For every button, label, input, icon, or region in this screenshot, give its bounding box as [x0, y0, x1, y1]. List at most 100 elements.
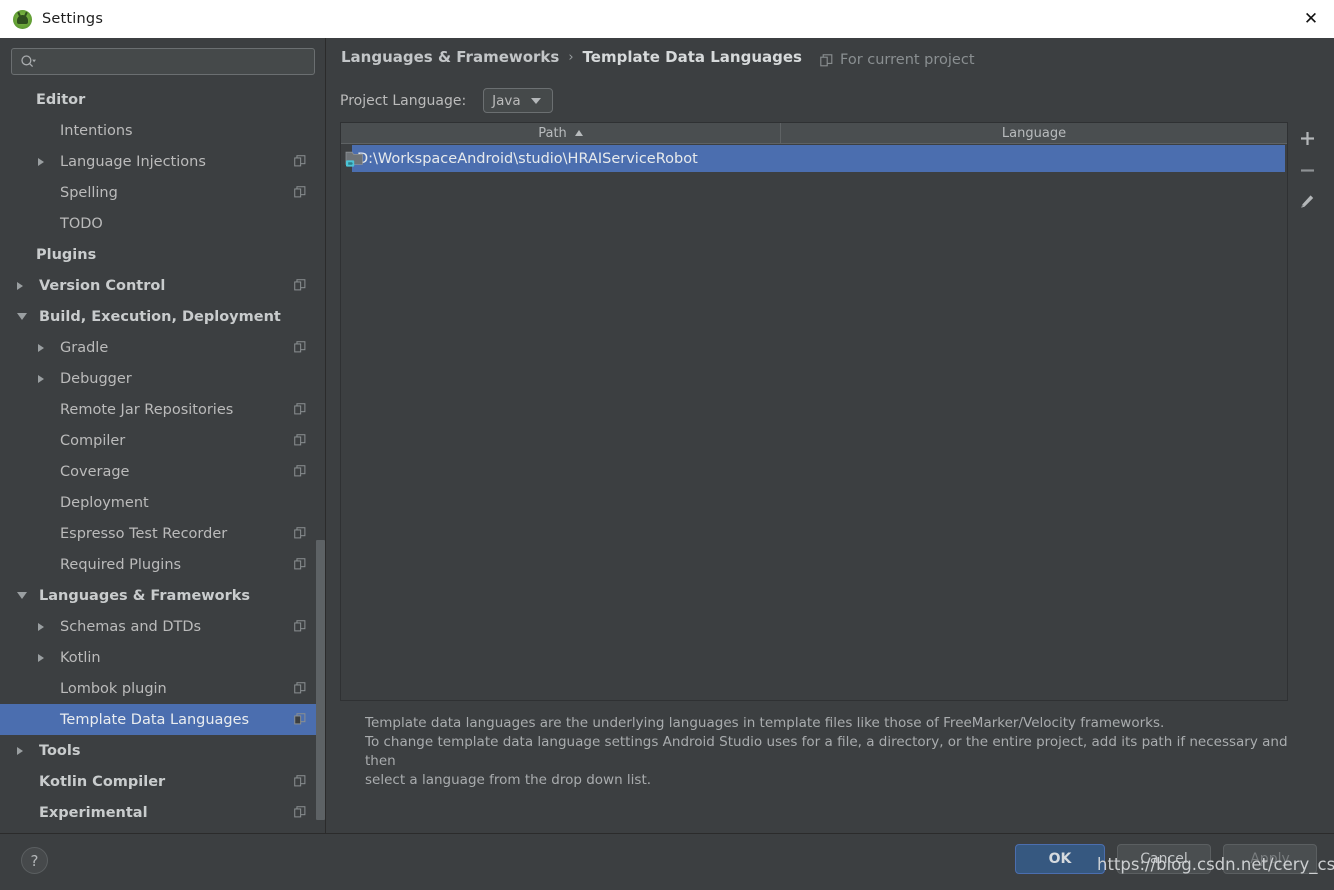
sort-ascending-icon [574, 130, 583, 136]
sidebar-item-template-data-languages[interactable]: Template Data Languages [0, 704, 325, 735]
project-scope-icon [294, 620, 306, 632]
help-button[interactable]: ? [21, 847, 48, 874]
search-input[interactable] [42, 49, 310, 74]
sidebar-item-intentions[interactable]: Intentions [0, 115, 325, 146]
sidebar-item-label: Spelling [60, 184, 118, 201]
remove-button[interactable] [1292, 154, 1322, 186]
sidebar-item-kotlin[interactable]: Kotlin [0, 642, 325, 673]
chevron-right-icon[interactable] [38, 374, 44, 383]
project-language-select[interactable]: Java [483, 88, 554, 113]
sidebar-item-language-injections[interactable]: Language Injections [0, 146, 325, 177]
pencil-icon [1301, 195, 1314, 208]
sidebar-item-label: Plugins [36, 246, 97, 263]
for-current-project-label: For current project [840, 52, 975, 68]
description-line-2: To change template data language setting… [365, 734, 1288, 769]
search-box[interactable] [11, 48, 315, 75]
project-scope-icon [294, 341, 306, 353]
breadcrumb-current: Template Data Languages [582, 48, 802, 66]
project-scope-icon [294, 558, 306, 570]
sidebar-item-label: TODO [60, 215, 103, 232]
sidebar-item-label: Lombok plugin [60, 680, 167, 697]
column-header-path-label: Path [538, 125, 567, 141]
project-scope-icon [294, 279, 306, 291]
search-icon [21, 55, 36, 68]
add-button[interactable] [1292, 122, 1322, 154]
project-language-value: Java [492, 92, 521, 109]
breadcrumb-separator: › [568, 49, 574, 65]
template-data-languages-table[interactable]: Path Language D:\WorkspaceAndroid\studio… [340, 122, 1288, 701]
settings-tree[interactable]: Editor Intentions Language Injections Spell… [0, 84, 325, 833]
sidebar-item-label: Coverage [60, 463, 130, 480]
column-header-language-label: Language [1001, 125, 1067, 141]
sidebar-item-label: Required Plugins [60, 556, 182, 573]
sidebar-item-label: Schemas and DTDs [60, 618, 202, 635]
sidebar-scrollbar-thumb[interactable] [316, 540, 325, 820]
project-scope-icon [294, 682, 306, 694]
sidebar-item-editor[interactable]: Editor [0, 84, 325, 115]
sidebar-item-remote-jar-repositories[interactable]: Remote Jar Repositories [0, 394, 325, 425]
table-row[interactable]: D:\WorkspaceAndroid\studio\HRAIServiceRo… [352, 145, 1285, 172]
chevron-right-icon[interactable] [38, 622, 44, 631]
sidebar-item-languages-frameworks[interactable]: Languages & Frameworks [0, 580, 325, 611]
sidebar-item-label: Build, Execution, Deployment [39, 308, 281, 325]
close-icon[interactable]: ✕ [1288, 0, 1334, 38]
chevron-down-icon[interactable] [17, 313, 27, 320]
chevron-right-icon[interactable] [38, 157, 44, 166]
sidebar-item-label: Kotlin [60, 649, 101, 666]
sidebar-item-schemas-and-dtds[interactable]: Schemas and DTDs [0, 611, 325, 642]
sidebar-item-required-plugins[interactable]: Required Plugins [0, 549, 325, 580]
table-cell-path: D:\WorkspaceAndroid\studio\HRAIServiceRo… [357, 150, 698, 167]
chevron-right-icon[interactable] [38, 343, 44, 352]
project-scope-icon [294, 434, 306, 446]
column-header-language[interactable]: Language [781, 123, 1287, 144]
project-scope-icon [294, 465, 306, 477]
sidebar-item-label: Experimental [39, 804, 148, 821]
sidebar-item-gradle[interactable]: Gradle [0, 332, 325, 363]
sidebar-item-label: Template Data Languages [60, 711, 250, 728]
breadcrumb-parent[interactable]: Languages & Frameworks [341, 48, 559, 66]
sidebar-item-lombok-plugin[interactable]: Lombok plugin [0, 673, 325, 704]
description-line-3: select a language from the drop down lis… [365, 772, 652, 788]
sidebar-item-label: Deployment [60, 494, 149, 511]
project-scope-icon [294, 775, 306, 787]
chevron-right-icon[interactable] [17, 746, 23, 755]
sidebar-item-spelling[interactable]: Spelling [0, 177, 325, 208]
sidebar-item-experimental[interactable]: Experimental [0, 797, 325, 828]
sidebar-item-tools[interactable]: Tools [0, 735, 325, 766]
sidebar-item-build-execution-deployment[interactable]: Build, Execution, Deployment [0, 301, 325, 332]
description-line-1: Template data languages are the underlyi… [365, 715, 1165, 731]
for-current-project: For current project [820, 52, 975, 68]
chevron-right-icon[interactable] [17, 281, 23, 290]
sidebar-item-debugger[interactable]: Debugger [0, 363, 325, 394]
column-header-path[interactable]: Path [341, 123, 781, 144]
sidebar-item-label: Editor [36, 91, 86, 108]
minus-icon [1300, 168, 1314, 172]
sidebar-item-kotlin-compiler[interactable]: Kotlin Compiler [0, 766, 325, 797]
project-scope-icon [294, 186, 306, 198]
project-scope-icon [294, 403, 306, 415]
window-titlebar: Settings ✕ [0, 0, 1334, 38]
sidebar-item-coverage[interactable]: Coverage [0, 456, 325, 487]
settings-sidebar: Editor Intentions Language Injections Spell… [0, 38, 325, 833]
ok-button[interactable]: OK [1015, 844, 1105, 874]
project-language-row: Project Language: Java [340, 88, 554, 113]
sidebar-item-deployment[interactable]: Deployment [0, 487, 325, 518]
sidebar-item-label: Languages & Frameworks [39, 587, 251, 604]
sidebar-item-espresso-test-recorder[interactable]: Espresso Test Recorder [0, 518, 325, 549]
sidebar-item-label: Version Control [39, 277, 166, 294]
project-scope-icon [294, 527, 306, 539]
chevron-right-icon[interactable] [38, 653, 44, 662]
project-scope-icon [294, 155, 306, 167]
description-text: Template data languages are the underlyi… [365, 714, 1315, 790]
sidebar-item-compiler[interactable]: Compiler [0, 425, 325, 456]
project-scope-icon [294, 713, 306, 725]
edit-button[interactable] [1292, 186, 1322, 218]
sidebar-item-version-control[interactable]: Version Control [0, 270, 325, 301]
window-title: Settings [42, 11, 104, 27]
sidebar-item-todo[interactable]: TODO [0, 208, 325, 239]
sidebar-item-label: Debugger [60, 370, 132, 387]
chevron-down-icon[interactable] [17, 592, 27, 599]
sidebar-item-plugins[interactable]: Plugins [0, 239, 325, 270]
sidebar-item-label: Remote Jar Repositories [60, 401, 234, 418]
table-toolbar [1292, 122, 1322, 252]
